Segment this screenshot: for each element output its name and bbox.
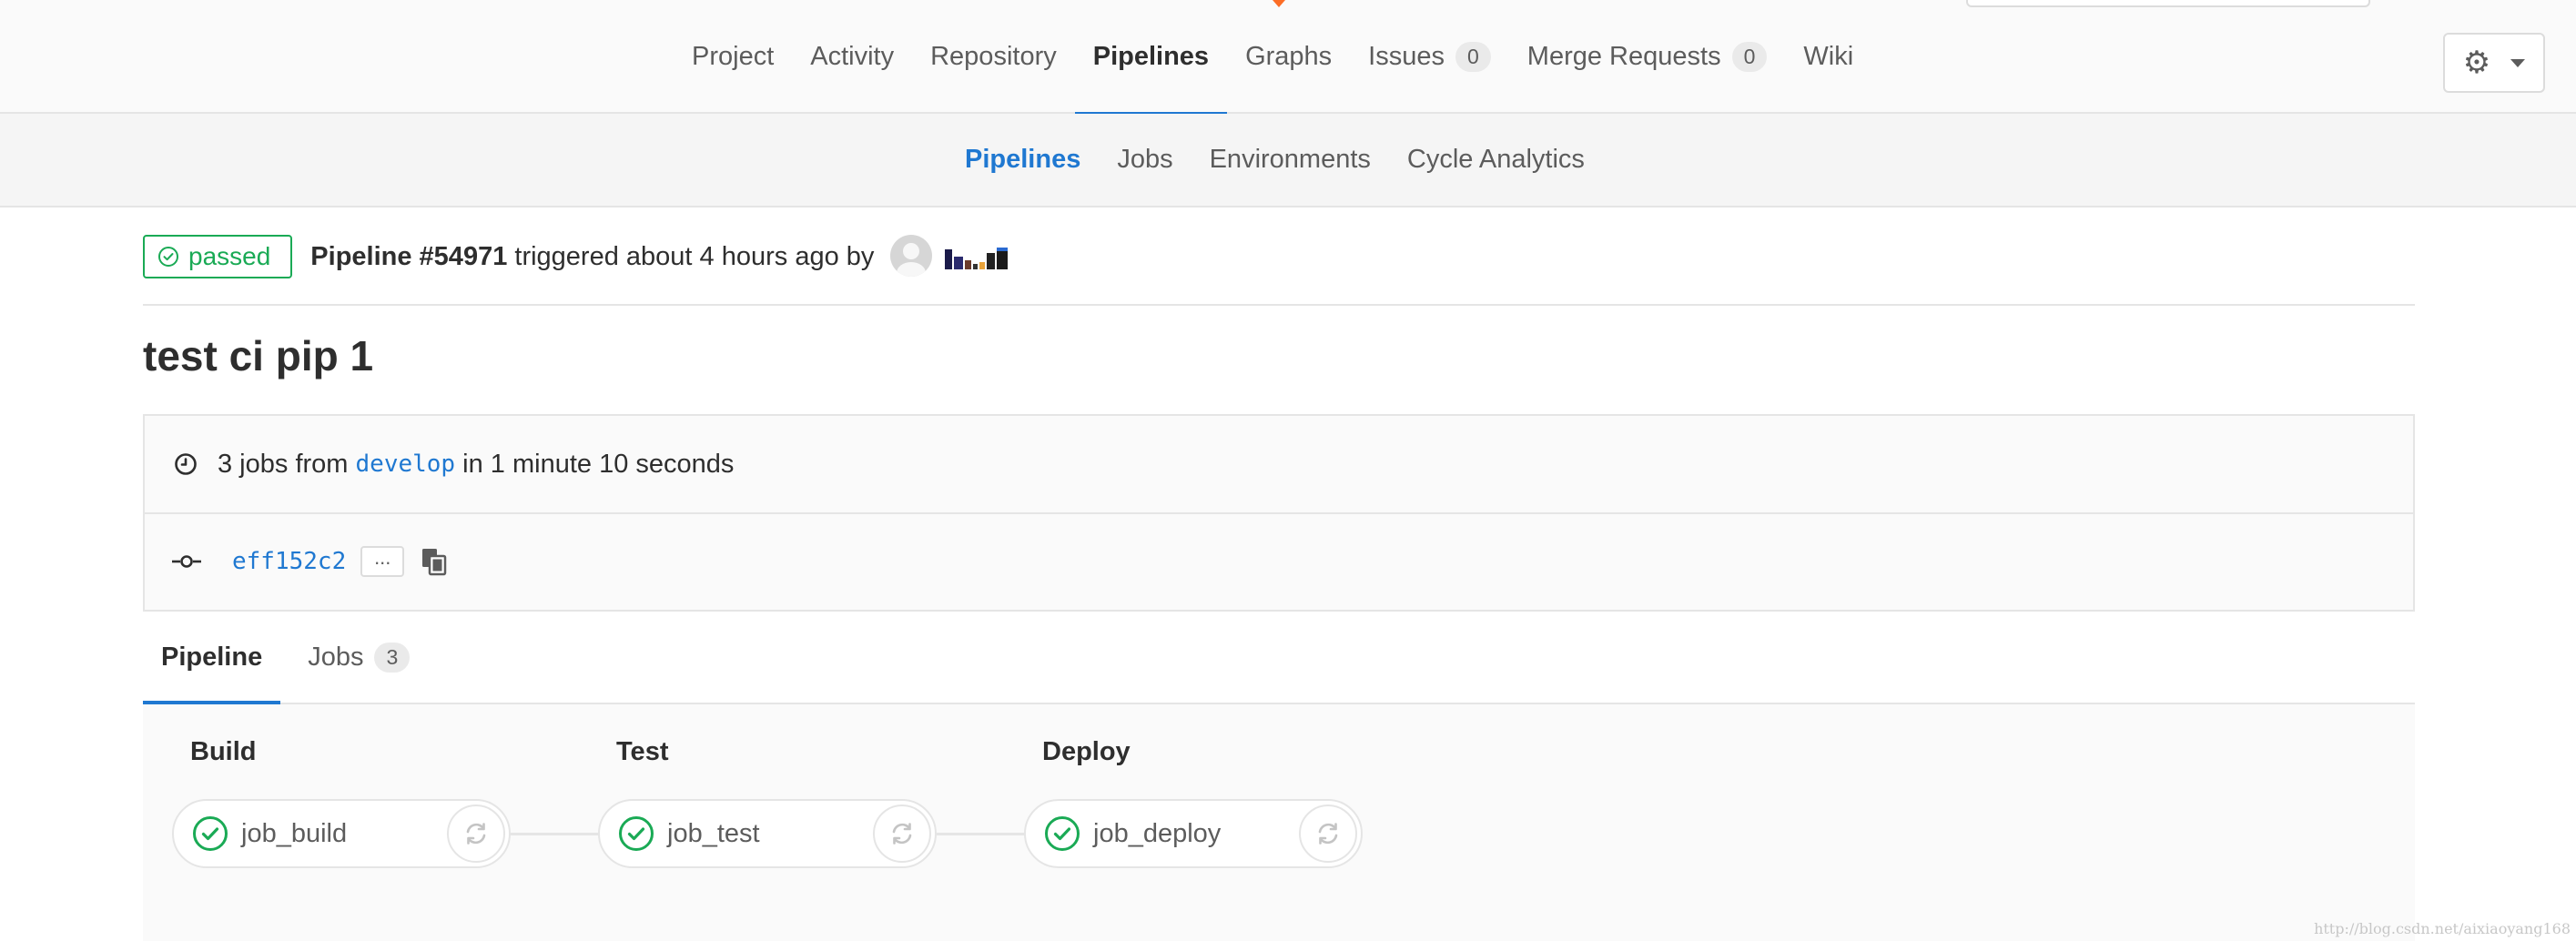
jobs-count-text: 3 jobs from	[218, 449, 349, 479]
branch-link[interactable]: develop	[356, 450, 456, 478]
status-label: passed	[188, 242, 271, 270]
gear-icon: ⚙	[2462, 46, 2491, 80]
nav-item-label: Pipelines	[1092, 42, 1210, 71]
duration-text: in 1 minute 10 seconds	[462, 449, 735, 479]
nav-item-activity[interactable]: Activity	[792, 0, 912, 114]
retry-job-button[interactable]	[1299, 804, 1357, 863]
expand-commit-message-button[interactable]: ...	[360, 545, 405, 577]
triggered-text: triggered about 4 hours ago by	[514, 242, 875, 271]
stage-title-deploy: Deploy	[1042, 737, 1131, 766]
retry-job-button[interactable]	[873, 804, 931, 863]
stage-connector	[511, 833, 602, 835]
search-input[interactable]	[1966, 0, 2370, 7]
pipeline-header: passed Pipeline #54971 triggered about 4…	[143, 229, 2415, 306]
tab-label: Jobs	[308, 642, 364, 672]
tab-jobs[interactable]: Jobs 3	[289, 612, 428, 703]
nav-item-repository[interactable]: Repository	[912, 0, 1075, 114]
nav-item-label: Activity	[810, 42, 895, 71]
nav-item-project[interactable]: Project	[674, 0, 792, 114]
nav-item-issues[interactable]: Issues 0	[1350, 0, 1509, 114]
settings-dropdown-button[interactable]: ⚙	[2443, 33, 2545, 93]
check-circle-icon	[619, 816, 654, 851]
nav-item-label: Wiki	[1803, 42, 1854, 71]
nav-item-merge-requests[interactable]: Merge Requests 0	[1509, 0, 1786, 114]
job-name: job_deploy	[1093, 818, 1222, 848]
sub-nav-jobs[interactable]: Jobs	[1099, 145, 1191, 175]
sub-nav-links: Pipelines Jobs Environments Cycle Analyt…	[947, 114, 1603, 206]
status-badge[interactable]: passed	[143, 235, 293, 278]
chevron-down-icon	[2510, 58, 2526, 67]
nav-item-label: Merge Requests	[1526, 42, 1721, 71]
retry-icon	[1318, 823, 1338, 845]
pipeline-graph: Build Test Deploy job_build job_test job…	[143, 704, 2415, 941]
nav-item-graphs[interactable]: Graphs	[1227, 0, 1350, 114]
duration-row: 3 jobs from develop in 1 minute 10 secon…	[145, 416, 2413, 514]
copy-icon[interactable]	[421, 547, 448, 576]
sub-nav-environments[interactable]: Environments	[1192, 145, 1389, 175]
username-redacted[interactable]	[945, 248, 1009, 269]
nav-item-label: Repository	[930, 42, 1057, 71]
nav-item-pipelines[interactable]: Pipelines	[1074, 0, 1228, 116]
tab-label: Pipeline	[161, 642, 263, 672]
retry-job-button[interactable]	[447, 804, 505, 863]
job-test[interactable]: job_test	[598, 799, 937, 868]
check-circle-icon	[1045, 816, 1080, 851]
tab-pipeline[interactable]: Pipeline	[143, 612, 281, 704]
stage-connector	[937, 833, 1028, 835]
issues-count-badge: 0	[1455, 42, 1491, 72]
commit-sha-link[interactable]: eff152c2	[232, 548, 346, 575]
commit-icon	[172, 554, 201, 568]
pipelines-sub-navigation: Pipelines Jobs Environments Cycle Analyt…	[0, 114, 2576, 207]
pipeline-id: Pipeline #54971	[310, 242, 508, 271]
pipeline-summary: Pipeline #54971 triggered about 4 hours …	[310, 242, 874, 272]
job-name: job_build	[241, 818, 348, 848]
commit-row: eff152c2 ...	[145, 512, 2413, 610]
nav-item-label: Issues	[1368, 42, 1445, 71]
sub-nav-pipelines[interactable]: Pipelines	[947, 145, 1099, 175]
merge-requests-count-badge: 0	[1731, 42, 1768, 72]
pipeline-tabs: Pipeline Jobs 3	[143, 612, 2415, 704]
pipeline-info-box: 3 jobs from develop in 1 minute 10 secon…	[143, 414, 2415, 612]
project-nav: Project Activity Repository Pipelines Gr…	[674, 0, 1871, 116]
retry-icon	[892, 823, 912, 845]
clock-icon	[175, 453, 197, 475]
page-title: test ci pip 1	[143, 332, 374, 379]
nav-item-wiki[interactable]: Wiki	[1785, 0, 1871, 114]
top-navigation: Project Activity Repository Pipelines Gr…	[0, 0, 2576, 116]
job-deploy[interactable]: job_deploy	[1024, 799, 1363, 868]
check-circle-icon	[193, 816, 228, 851]
sub-nav-cycle-analytics[interactable]: Cycle Analytics	[1389, 145, 1603, 175]
stage-title-test: Test	[616, 737, 669, 766]
watermark: http://blog.csdn.net/aixiaoyang168	[2314, 920, 2571, 937]
stage-title-build: Build	[190, 737, 257, 766]
nav-item-label: Graphs	[1245, 42, 1333, 71]
nav-item-label: Project	[692, 42, 775, 71]
check-circle-icon	[158, 247, 178, 267]
job-build[interactable]: job_build	[172, 799, 511, 868]
avatar[interactable]	[890, 235, 933, 277]
job-name: job_test	[667, 818, 760, 848]
jobs-count-badge: 3	[374, 642, 411, 673]
retry-icon	[466, 823, 486, 845]
